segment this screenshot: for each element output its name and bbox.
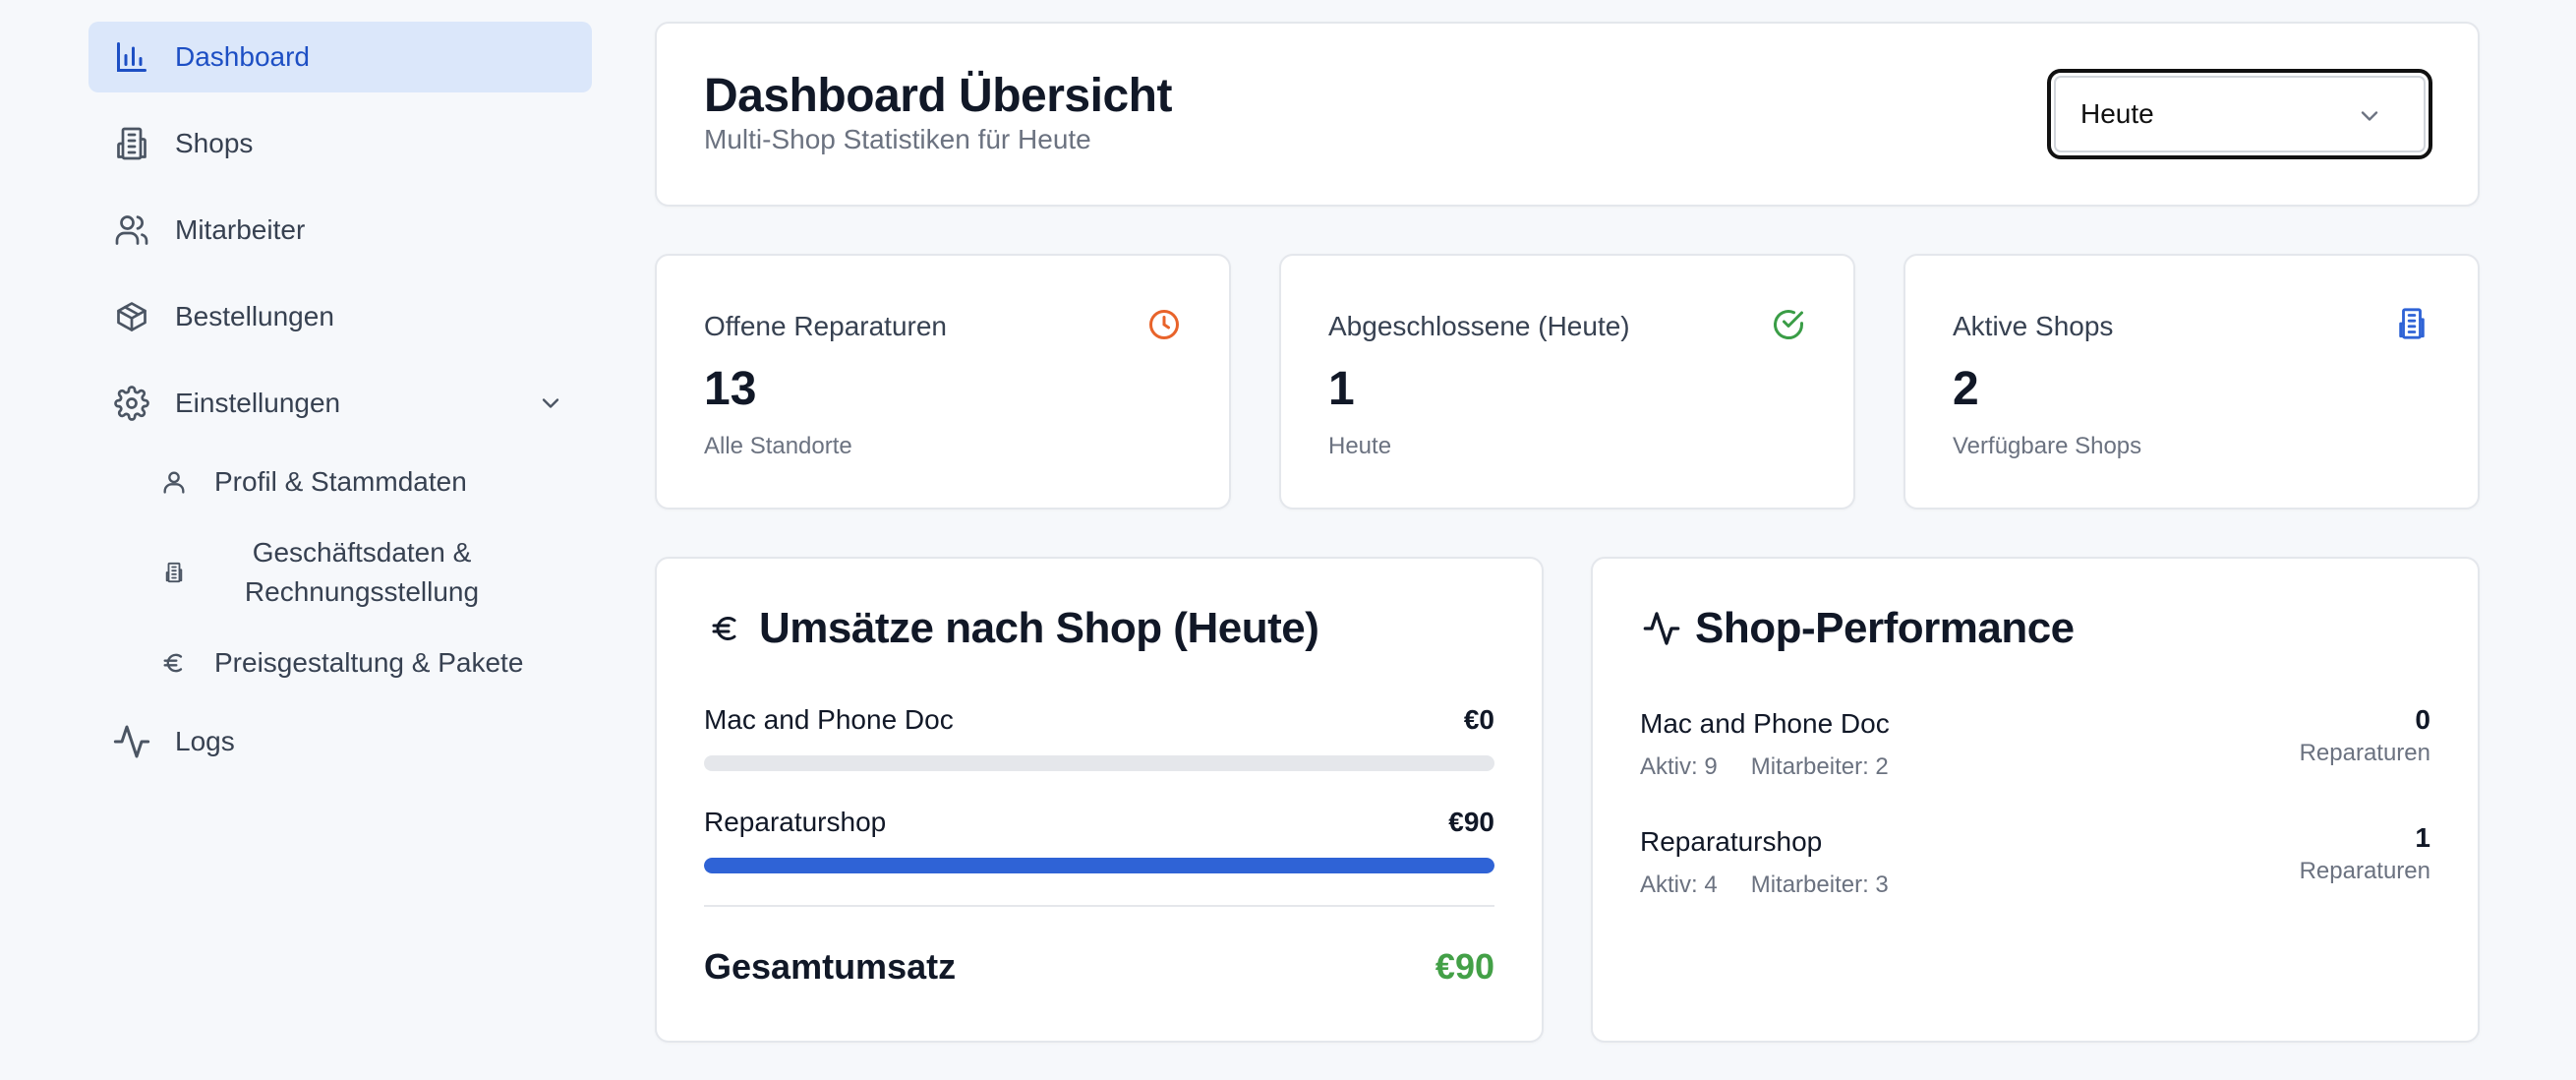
building-icon	[112, 124, 151, 163]
sidebar-subitem-geschaeftsdaten[interactable]: Geschäftsdaten & Rechnungsstellung	[88, 525, 592, 620]
sidebar-item-einstellungen[interactable]: Einstellungen	[88, 368, 592, 439]
shop-meta: Aktiv: 4 Mitarbeiter: 3	[1640, 871, 1889, 899]
shop-name: Reparaturshop	[704, 807, 887, 837]
clock-icon	[1146, 307, 1182, 342]
performance-title-text: Shop-Performance	[1695, 604, 2075, 652]
stat-value: 13	[704, 363, 757, 415]
building-icon	[2395, 307, 2430, 342]
header-card: Dashboard Übersicht Multi-Shop Statistik…	[655, 22, 2480, 207]
euro-icon	[704, 607, 747, 650]
stat-label: Offene Reparaturen	[704, 311, 947, 341]
sidebar-item-logs[interactable]: Logs	[88, 706, 592, 777]
stat-card-aktive-shops: Aktive Shops 2 Verfügbare Shops	[1903, 254, 2480, 510]
stat-value: 1	[1328, 363, 1355, 415]
stat-card-abgeschlossene: Abgeschlossene (Heute) 1 Heute	[1279, 254, 1855, 510]
shop-name: Mac and Phone Doc	[704, 704, 954, 735]
aktiv-count: Aktiv: 9	[1640, 753, 1718, 780]
stat-label: Aktive Shops	[1953, 311, 2114, 341]
total-revenue-value: €90	[1434, 946, 1494, 987]
sidebar-subitem-label: Geschäftsdaten & Rechnungsstellung	[214, 533, 509, 612]
chevron-down-icon[interactable]	[537, 390, 564, 417]
sidebar-item-mitarbeiter[interactable]: Mitarbeiter	[88, 195, 592, 266]
gear-icon	[112, 384, 151, 423]
users-icon	[112, 210, 151, 250]
euro-icon	[157, 646, 191, 680]
shop-revenue: €90	[1448, 807, 1494, 837]
repair-unit: Reparaturen	[2299, 858, 2430, 884]
stat-caption: Heute	[1328, 433, 1392, 459]
page-title: Dashboard Übersicht	[704, 70, 1172, 122]
sidebar-subitem-preisgestaltung[interactable]: Preisgestaltung & Pakete	[88, 635, 592, 690]
package-icon	[112, 297, 151, 336]
sidebar-item-label: Logs	[175, 726, 235, 756]
mitarbeiter-count: Mitarbeiter: 3	[1750, 871, 1889, 898]
shop-meta: Aktiv: 9 Mitarbeiter: 2	[1640, 753, 1889, 781]
revenue-title-text: Umsätze nach Shop (Heute)	[759, 604, 1319, 652]
revenue-bar-track	[704, 858, 1494, 873]
aktiv-count: Aktiv: 4	[1640, 871, 1718, 898]
sidebar-item-label: Einstellungen	[175, 388, 341, 418]
repair-count: 1	[2415, 822, 2430, 853]
user-icon	[157, 465, 191, 499]
shop-name: Reparaturshop	[1640, 826, 1823, 857]
performance-card-title: Shop-Performance	[1640, 604, 2075, 653]
performance-card: Shop-Performance Mac and Phone Doc Aktiv…	[1591, 557, 2480, 1043]
sidebar-subitem-profil[interactable]: Profil & Stammdaten	[88, 454, 592, 510]
sidebar-item-shops[interactable]: Shops	[88, 108, 592, 179]
chevron-down-icon	[2356, 102, 2383, 130]
stat-caption: Alle Standorte	[704, 433, 852, 459]
repair-unit: Reparaturen	[2299, 740, 2430, 766]
stat-label: Abgeschlossene (Heute)	[1328, 311, 1630, 341]
repair-count: 0	[2415, 704, 2430, 735]
bar-chart-icon	[112, 37, 151, 77]
stat-card-offene-reparaturen: Offene Reparaturen 13 Alle Standorte	[655, 254, 1231, 510]
label-line-1: Geschäftsdaten &	[252, 537, 472, 568]
revenue-bar-fill	[704, 858, 1494, 873]
divider	[704, 905, 1494, 907]
activity-icon	[1640, 607, 1683, 650]
building-icon	[157, 556, 191, 589]
sidebar-item-label: Dashboard	[175, 41, 310, 72]
page-subtitle: Multi-Shop Statistiken für Heute	[704, 124, 1091, 154]
sidebar: Dashboard Shops Mitarbeiter Bestellungen…	[88, 22, 592, 793]
sidebar-item-label: Bestellungen	[175, 301, 334, 331]
label-line-2: Rechnungsstellung	[244, 576, 480, 607]
total-revenue-label: Gesamtumsatz	[704, 946, 957, 987]
activity-icon	[112, 722, 151, 761]
sidebar-subitem-label: Profil & Stammdaten	[214, 466, 467, 497]
shop-name: Mac and Phone Doc	[1640, 708, 1890, 739]
mitarbeiter-count: Mitarbeiter: 2	[1750, 753, 1889, 780]
sidebar-item-label: Shops	[175, 128, 254, 158]
check-circle-icon	[1771, 307, 1806, 342]
stat-value: 2	[1953, 363, 1979, 415]
sidebar-item-label: Mitarbeiter	[175, 214, 306, 245]
sidebar-item-dashboard[interactable]: Dashboard	[88, 22, 592, 92]
period-select-value: Heute	[2080, 98, 2154, 129]
period-select[interactable]: Heute	[2047, 69, 2432, 159]
sidebar-subitem-label: Preisgestaltung & Pakete	[214, 647, 524, 678]
revenue-bar-track	[704, 755, 1494, 771]
sidebar-item-bestellungen[interactable]: Bestellungen	[88, 281, 592, 352]
stat-caption: Verfügbare Shops	[1953, 433, 2142, 459]
shop-revenue: €0	[1463, 704, 1494, 735]
revenue-card: Umsätze nach Shop (Heute) Mac and Phone …	[655, 557, 1544, 1043]
revenue-card-title: Umsätze nach Shop (Heute)	[704, 604, 1319, 653]
